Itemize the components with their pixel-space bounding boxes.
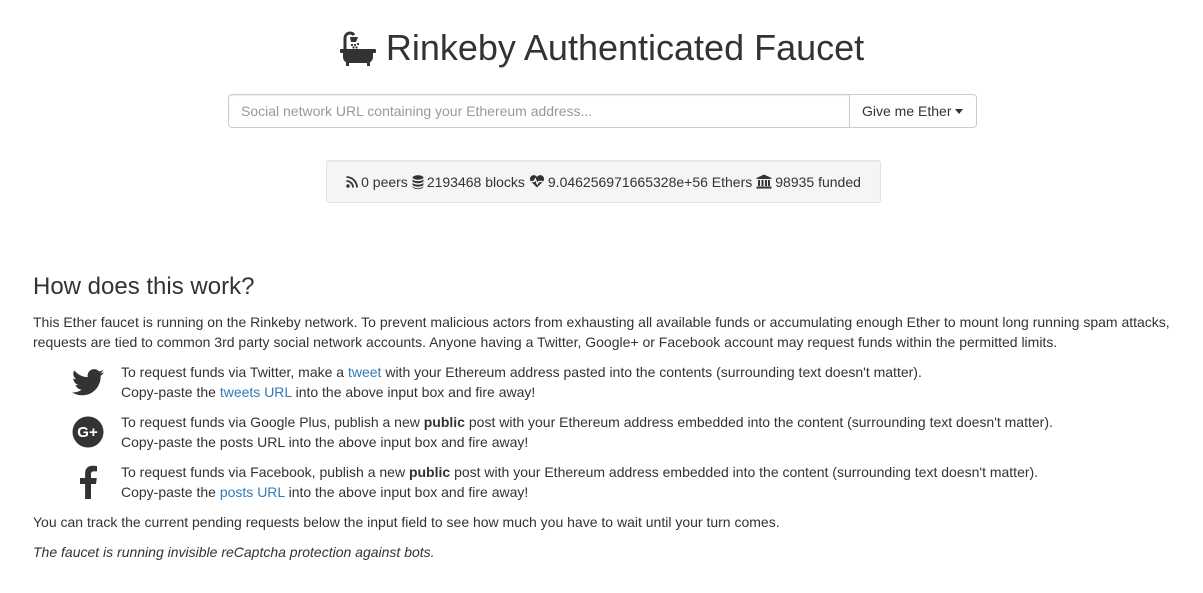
page-header: Rinkeby Authenticated Faucet — [0, 26, 1203, 70]
tweets-url-link[interactable]: tweets URL — [220, 384, 292, 400]
blocks-count: 2193468 blocks — [426, 173, 525, 190]
rss-icon — [346, 175, 359, 188]
posts-url-link[interactable]: posts URL — [220, 484, 285, 500]
intro-paragraph: This Ether faucet is running on the Rink… — [33, 312, 1183, 352]
give-ether-label: Give me Ether — [862, 103, 952, 119]
twitter-instructions: To request funds via Twitter, make a twe… — [33, 362, 1183, 402]
stat-balance: 9.046256971665328e+56 Ethers — [529, 174, 752, 190]
twitter-icon — [71, 368, 105, 396]
database-icon — [412, 174, 424, 189]
balance-value: 9.046256971665328e+56 Ethers — [547, 173, 753, 190]
google-plus-icon: G+ — [71, 416, 105, 448]
social-url-input[interactable] — [228, 94, 850, 128]
googleplus-instructions: G+ To request funds via Google Plus, pub… — [33, 412, 1183, 452]
tweet-link[interactable]: tweet — [348, 364, 381, 380]
intro-line-1: This Ether faucet is running on the Rink… — [33, 314, 1170, 330]
network-stats: 0 peers 2193468 blocks 9.046256971665328… — [326, 160, 881, 203]
caret-down-icon — [955, 108, 964, 114]
facebook-instructions: To request funds via Facebook, publish a… — [33, 462, 1183, 502]
social-instructions: To request funds via Twitter, make a twe… — [33, 362, 1183, 502]
intro-line-2: requests are tied to common 3rd party so… — [33, 334, 1058, 350]
stat-funded: 98935 funded — [756, 174, 861, 190]
svg-text:G+: G+ — [77, 424, 98, 441]
bank-icon — [756, 174, 772, 189]
facebook-icon — [71, 465, 105, 499]
stat-peers: 0 peers — [346, 174, 408, 190]
howto-section: How does this work? This Ether faucet is… — [33, 270, 1183, 562]
funded-count: 98935 funded — [775, 173, 861, 190]
page-title: Rinkeby Authenticated Faucet — [385, 27, 865, 68]
tracking-paragraph: You can track the current pending reques… — [33, 514, 780, 530]
howto-heading: How does this work? — [33, 273, 255, 300]
peers-count: 0 peers — [361, 173, 408, 190]
give-ether-button[interactable]: Give me Ether — [850, 94, 977, 128]
heartbeat-icon — [529, 175, 544, 188]
captcha-note: The faucet is running invisible reCaptch… — [33, 544, 435, 560]
bathtub-shower-icon — [339, 29, 377, 67]
stat-blocks: 2193468 blocks — [412, 174, 525, 190]
request-form: Give me Ether — [228, 94, 977, 128]
